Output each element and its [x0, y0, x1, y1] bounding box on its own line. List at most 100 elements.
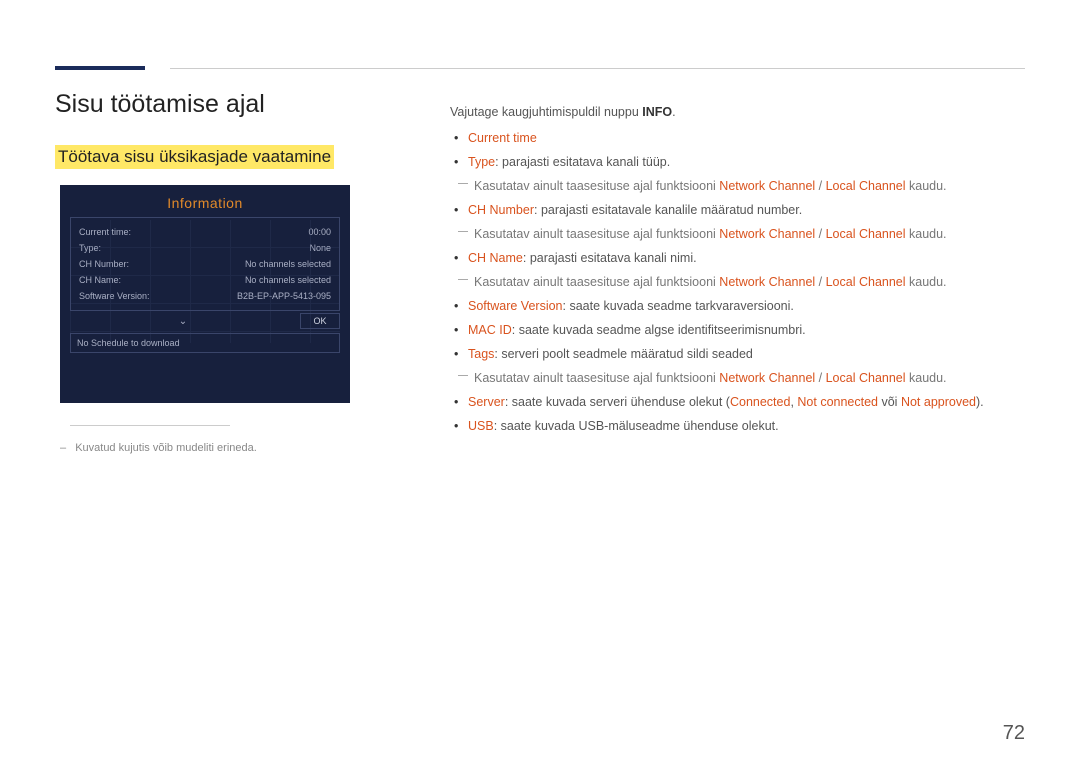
subnote-slash: /: [815, 227, 825, 241]
info-label: Current time:: [79, 227, 131, 237]
feature-list: Software Version: saate kuvada seadme ta…: [450, 296, 1025, 364]
subnote-local-channel: Local Channel: [826, 227, 906, 241]
subnote-pre: Kasutatav ainult taasesituse ajal funkts…: [474, 371, 719, 385]
subnote-ch-number: Kasutatav ainult taasesituse ajal funkts…: [450, 224, 1025, 244]
footnote-text: Kuvatud kujutis võib mudeliti erineda.: [75, 442, 257, 454]
subnote-network-channel: Network Channel: [719, 179, 815, 193]
info-panel-actions: ⌄ OK: [70, 313, 340, 329]
subnote-pre: Kasutatav ainult taasesituse ajal funkts…: [474, 275, 719, 289]
info-row-current-time: Current time: 00:00: [79, 224, 331, 240]
desc-ch-number: : parajasti esitatavale kanalile määratu…: [534, 203, 802, 217]
label-tags: Tags: [468, 347, 494, 361]
desc-server-post: ).: [976, 395, 984, 409]
item-tags: Tags: serveri poolt seadmele määratud si…: [464, 344, 1025, 364]
intro-pre: Vajutage kaugjuhtimispuldil nuppu: [450, 105, 642, 119]
ok-button[interactable]: OK: [300, 313, 340, 329]
info-label: Software Version:: [79, 291, 150, 301]
subnote-dash-icon: [458, 375, 468, 376]
label-usb: USB: [468, 419, 494, 433]
subnote-dash-icon: [458, 279, 468, 280]
subnote-local-channel: Local Channel: [826, 371, 906, 385]
subnote-pre: Kasutatav ainult taasesituse ajal funkts…: [474, 179, 719, 193]
schedule-status: No Schedule to download: [70, 333, 340, 353]
subnote-post: kaudu.: [906, 371, 947, 385]
intro-line: Vajutage kaugjuhtimispuldil nuppu INFO.: [450, 102, 1025, 122]
desc-ch-name: : parajasti esitatava kanali nimi.: [523, 251, 697, 265]
item-ch-name: CH Name: parajasti esitatava kanali nimi…: [464, 248, 1025, 268]
info-value: B2B-EP-APP-5413-095: [237, 291, 331, 301]
label-current-time: Current time: [468, 131, 537, 145]
label-type: Type: [468, 155, 495, 169]
item-server: Server: saate kuvada serveri ühenduse ol…: [464, 392, 1025, 412]
header-rule: [170, 68, 1025, 69]
intro-info-keyword: INFO: [642, 105, 672, 119]
label-ch-name: CH Name: [468, 251, 523, 265]
subnote-type: Kasutatav ainult taasesituse ajal funkts…: [450, 176, 1025, 196]
item-usb: USB: saate kuvada USB-mäluseadme ühendus…: [464, 416, 1025, 436]
item-software-version: Software Version: saate kuvada seadme ta…: [464, 296, 1025, 316]
footnote-dash: –: [60, 442, 66, 454]
subnote-pre: Kasutatav ainult taasesituse ajal funkts…: [474, 227, 719, 241]
label-server: Server: [468, 395, 505, 409]
info-label: CH Name:: [79, 275, 121, 285]
info-row-ch-name: CH Name: No channels selected: [79, 272, 331, 288]
information-panel: Information Current time: 00:00 Type: No…: [60, 185, 350, 403]
subnote-local-channel: Local Channel: [826, 275, 906, 289]
desc-mac-id: : saate kuvada seadme algse identifitsee…: [512, 323, 806, 337]
desc-server-pre: : saate kuvada serveri ühenduse olekut (: [505, 395, 730, 409]
item-mac-id: MAC ID: saate kuvada seadme algse identi…: [464, 320, 1025, 340]
server-status-not-approved: Not approved: [901, 395, 976, 409]
information-panel-title: Information: [60, 185, 350, 217]
info-label: Type:: [79, 243, 101, 253]
feature-list: CH Number: parajasti esitatavale kanalil…: [450, 200, 1025, 220]
info-row-type: Type: None: [79, 240, 331, 256]
info-value: 00:00: [308, 227, 331, 237]
feature-list: Current time Type: parajasti esitatava k…: [450, 128, 1025, 172]
page-number: 72: [1003, 722, 1025, 745]
desc-usb: : saate kuvada USB-mäluseadme ühenduse o…: [494, 419, 779, 433]
desc-software-version: : saate kuvada seadme tarkvaraversiooni.: [563, 299, 794, 313]
info-row-ch-number: CH Number: No channels selected: [79, 256, 331, 272]
item-ch-number: CH Number: parajasti esitatavale kanalil…: [464, 200, 1025, 220]
feature-list: CH Name: parajasti esitatava kanali nimi…: [450, 248, 1025, 268]
subnote-slash: /: [815, 275, 825, 289]
item-current-time: Current time: [464, 128, 1025, 148]
subsection-title: Töötava sisu üksikasjade vaatamine: [55, 145, 334, 169]
subnote-ch-name: Kasutatav ainult taasesituse ajal funkts…: [450, 272, 1025, 292]
info-value: None: [309, 243, 331, 253]
info-value: No channels selected: [245, 259, 331, 269]
subnote-post: kaudu.: [906, 275, 947, 289]
subnote-slash: /: [815, 179, 825, 193]
subnote-network-channel: Network Channel: [719, 275, 815, 289]
info-value: No channels selected: [245, 275, 331, 285]
subnote-tags: Kasutatav ainult taasesituse ajal funkts…: [450, 368, 1025, 388]
label-mac-id: MAC ID: [468, 323, 512, 337]
server-sep: või: [878, 395, 901, 409]
information-panel-body: Current time: 00:00 Type: None CH Number…: [70, 217, 340, 311]
desc-type: : parajasti esitatava kanali tüüp.: [495, 155, 670, 169]
subnote-dash-icon: [458, 183, 468, 184]
desc-tags: : serveri poolt seadmele määratud sildi …: [494, 347, 752, 361]
feature-list: Server: saate kuvada serveri ühenduse ol…: [450, 392, 1025, 436]
chevron-down-icon: ⌄: [70, 316, 296, 327]
item-type: Type: parajasti esitatava kanali tüüp.: [464, 152, 1025, 172]
server-status-connected: Connected: [730, 395, 790, 409]
subnote-post: kaudu.: [906, 227, 947, 241]
info-row-software-version: Software Version: B2B-EP-APP-5413-095: [79, 288, 331, 304]
page-title: Sisu töötamise ajal: [55, 90, 265, 119]
header-accent-bar: [55, 66, 145, 70]
subnote-slash: /: [815, 371, 825, 385]
intro-post: .: [672, 105, 675, 119]
label-ch-number: CH Number: [468, 203, 534, 217]
info-label: CH Number:: [79, 259, 129, 269]
subnote-post: kaudu.: [906, 179, 947, 193]
footnote-rule: [70, 425, 230, 426]
footnote: – Kuvatud kujutis võib mudeliti erineda.: [60, 442, 257, 454]
server-status-not-connected: Not connected: [797, 395, 878, 409]
content-column: Vajutage kaugjuhtimispuldil nuppu INFO. …: [450, 102, 1025, 440]
subnote-network-channel: Network Channel: [719, 227, 815, 241]
subnote-network-channel: Network Channel: [719, 371, 815, 385]
subnote-dash-icon: [458, 231, 468, 232]
label-software-version: Software Version: [468, 299, 563, 313]
subnote-local-channel: Local Channel: [826, 179, 906, 193]
